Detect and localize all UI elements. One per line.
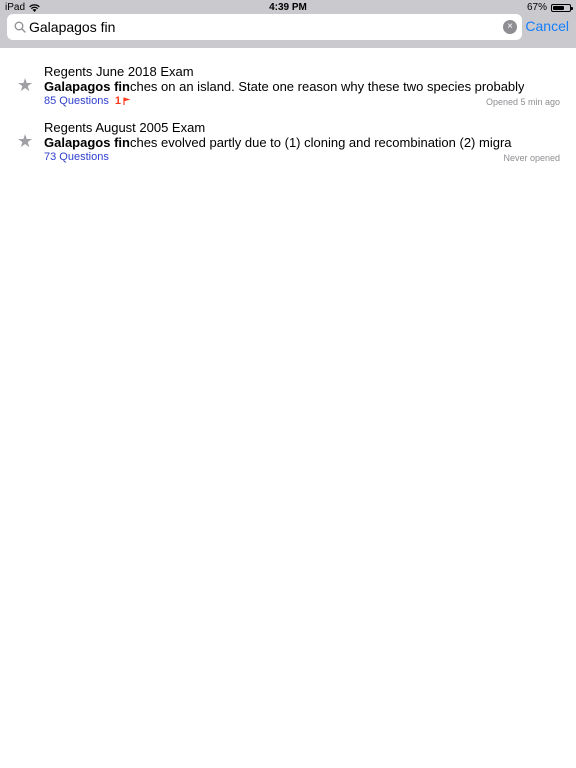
status-right: 67% (526, 2, 573, 13)
snippet-rest: ches on an island. State one reason why … (129, 79, 524, 94)
question-count[interactable]: 85 Questions (44, 95, 109, 107)
snippet-rest: ches evolved partly due to (1) cloning a… (129, 135, 512, 150)
cancel-button[interactable]: Cancel (525, 18, 569, 34)
result-snippet: Galapagos finches on an island. State on… (44, 79, 524, 94)
snippet-match: Galapagos fin (44, 79, 130, 94)
result-exam-title: Regents August 2005 Exam (44, 120, 206, 135)
search-input[interactable] (29, 17, 499, 37)
battery-icon (551, 3, 573, 12)
star-icon[interactable]: ★ (17, 76, 33, 94)
result-snippet: Galapagos finches evolved partly due to … (44, 135, 524, 150)
result-row[interactable]: ★ Regents August 2005 Exam Galapagos fin… (0, 118, 576, 174)
status-bar: iPad 4:39 PM 67% (0, 0, 576, 14)
flag-icon (123, 97, 131, 105)
flag-badge[interactable]: 1 (115, 95, 131, 107)
result-exam-title: Regents June 2018 Exam (44, 64, 194, 79)
search-field[interactable]: × (7, 14, 522, 40)
status-time: 4:39 PM (269, 2, 307, 13)
snippet-match: Galapagos fin (44, 135, 130, 150)
flag-count: 1 (114, 95, 121, 107)
result-row[interactable]: ★ Regents June 2018 Exam Galapagos finch… (0, 62, 576, 118)
battery-percent: 67% (526, 2, 547, 13)
question-count[interactable]: 73 Questions (44, 151, 109, 163)
search-icon (14, 21, 26, 33)
results-list: ★ Regents June 2018 Exam Galapagos finch… (0, 48, 576, 174)
battery-fill (553, 5, 564, 10)
clear-icon[interactable]: × (503, 20, 517, 34)
result-meta: 73 Questions (44, 151, 109, 163)
opened-status: Never opened (503, 153, 560, 163)
result-meta: 85 Questions 1 (44, 95, 131, 107)
star-icon[interactable]: ★ (17, 132, 33, 150)
search-header: iPad 4:39 PM 67% × Cancel (0, 0, 576, 48)
opened-status: Opened 5 min ago (485, 97, 560, 107)
